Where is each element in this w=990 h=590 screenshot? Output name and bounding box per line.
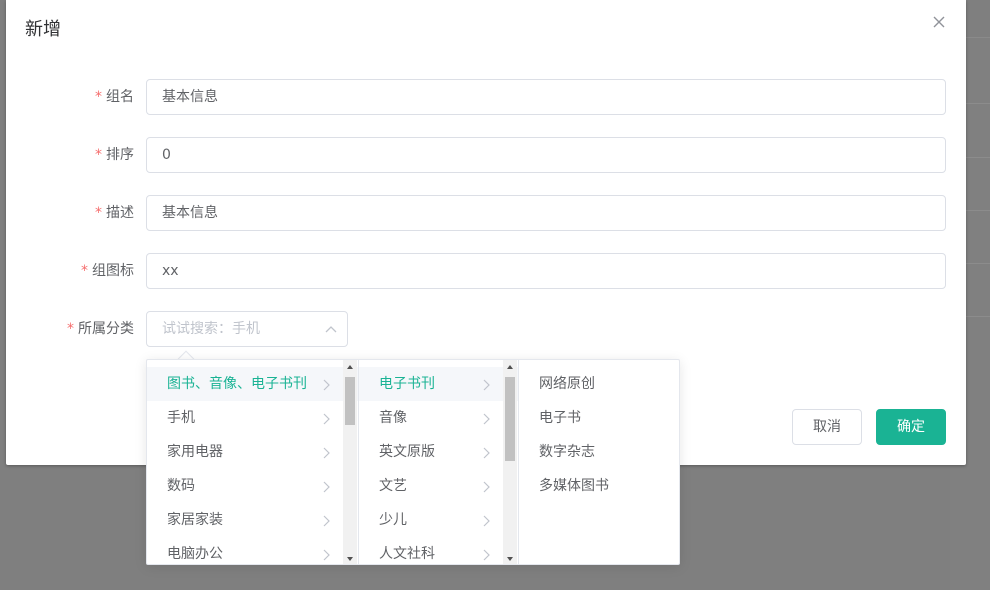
cascader-option-label: 电脑办公 <box>167 546 223 562</box>
cascader-option-label: 家用电器 <box>167 444 223 460</box>
form-item-description: * 描述 基本信息 <box>6 195 966 231</box>
scrollbar-thumb[interactable] <box>505 377 515 461</box>
scrollbar-thumb[interactable] <box>345 377 355 425</box>
cascader-option[interactable]: 英文原版 <box>359 435 518 469</box>
cascader-option[interactable]: 家居家装 <box>147 503 358 537</box>
sort-label-text: 排序 <box>106 147 134 163</box>
chevron-right-icon <box>482 367 490 401</box>
required-mark: * <box>81 263 88 279</box>
category-label: * 所属分类 <box>67 311 134 347</box>
cascader-option-label: 手机 <box>167 410 195 426</box>
cascader-menu-level1: 图书、音像、电子书刊 手机家用电器数码家居家装电脑办公 <box>147 360 359 564</box>
description-label-text: 描述 <box>106 205 134 221</box>
description-label: * 描述 <box>95 195 134 231</box>
close-icon[interactable] <box>932 14 946 34</box>
cascader-option[interactable]: 文艺 <box>359 469 518 503</box>
cascader-option[interactable]: 网络原创 <box>519 367 679 401</box>
description-input[interactable]: 基本信息 <box>146 195 946 231</box>
form-item-group-icon: * 组图标 xx <box>6 253 966 289</box>
cascader-option[interactable]: 人文社科 <box>359 537 518 564</box>
chevron-right-icon <box>322 469 330 503</box>
group-icon-input[interactable]: xx <box>146 253 946 289</box>
cascader-option[interactable]: 电子书刊 <box>359 367 518 401</box>
cascader-option-label: 电子书 <box>539 410 581 426</box>
chevron-right-icon <box>482 503 490 537</box>
category-label-text: 所属分类 <box>78 321 134 337</box>
group-name-input[interactable]: 基本信息 <box>146 79 946 115</box>
required-mark: * <box>95 89 102 105</box>
cascader-option-label: 数字杂志 <box>539 444 595 460</box>
cascader-option-label: 图书、音像、电子书刊 <box>167 376 307 392</box>
chevron-right-icon <box>482 435 490 469</box>
cascader-option-label: 少儿 <box>379 512 407 528</box>
chevron-up-icon <box>325 312 337 346</box>
confirm-button[interactable]: 确定 <box>876 409 946 445</box>
cascader-option[interactable]: 数字杂志 <box>519 435 679 469</box>
required-mark: * <box>67 321 74 337</box>
cascader-option-label: 文艺 <box>379 478 407 494</box>
chevron-right-icon <box>322 503 330 537</box>
cascader-option-label: 多媒体图书 <box>539 478 609 494</box>
cascader-menu-level3: 网络原创电子书数字杂志多媒体图书 <box>519 360 679 564</box>
chevron-right-icon <box>482 469 490 503</box>
cascader-option[interactable]: 家用电器 <box>147 435 358 469</box>
scroll-down-icon[interactable] <box>503 552 517 564</box>
cancel-button[interactable]: 取消 <box>792 409 862 445</box>
chevron-right-icon <box>482 537 490 564</box>
dialog-title: 新增 <box>25 19 61 40</box>
scrollbar[interactable] <box>503 360 517 564</box>
cascader-option[interactable]: 手机 <box>147 401 358 435</box>
cascader-option[interactable]: 多媒体图书 <box>519 469 679 503</box>
cascader-option[interactable]: 数码 <box>147 469 358 503</box>
scroll-down-icon[interactable] <box>343 552 357 564</box>
required-mark: * <box>95 205 102 221</box>
group-icon-label-text: 组图标 <box>92 263 134 279</box>
cascader-option[interactable]: 电脑办公 <box>147 537 358 564</box>
scroll-up-icon[interactable] <box>343 360 357 374</box>
scrollbar[interactable] <box>343 360 357 564</box>
cascader-option-label: 音像 <box>379 410 407 426</box>
form-item-category: * 所属分类 试试搜索：手机 <box>6 311 966 347</box>
cascader-option-label: 网络原创 <box>539 376 595 392</box>
group-icon-label: * 组图标 <box>81 253 134 289</box>
form-item-sort: * 排序 0 <box>6 137 966 173</box>
chevron-right-icon <box>482 401 490 435</box>
required-mark: * <box>95 147 102 163</box>
cascader-option-label: 人文社科 <box>379 546 435 562</box>
chevron-right-icon <box>322 435 330 469</box>
cascader-option-label: 英文原版 <box>379 444 435 460</box>
sort-label: * 排序 <box>95 137 134 173</box>
cascader-option[interactable]: 少儿 <box>359 503 518 537</box>
group-name-label: * 组名 <box>95 79 134 115</box>
cascader-option-label: 数码 <box>167 478 195 494</box>
cascader-option[interactable]: 图书、音像、电子书刊 <box>147 367 358 401</box>
group-name-label-text: 组名 <box>106 89 134 105</box>
cascader-menu-level2: 电子书刊音像英文原版文艺少儿人文社科 <box>359 360 519 564</box>
chevron-right-icon <box>322 401 330 435</box>
cascader-option[interactable]: 音像 <box>359 401 518 435</box>
chevron-right-icon <box>322 367 330 401</box>
cascader-option-label: 电子书刊 <box>379 376 435 392</box>
cascader-option-label: 家居家装 <box>167 512 223 528</box>
category-placeholder: 试试搜索：手机 <box>162 321 260 337</box>
form-item-group-name: * 组名 基本信息 <box>6 79 966 115</box>
chevron-right-icon <box>322 537 330 564</box>
scroll-up-icon[interactable] <box>503 360 517 374</box>
cascader-option[interactable]: 电子书 <box>519 401 679 435</box>
sort-input[interactable]: 0 <box>146 137 946 173</box>
category-cascader-input[interactable]: 试试搜索：手机 <box>146 311 348 347</box>
cascader-dropdown: 图书、音像、电子书刊 手机家用电器数码家居家装电脑办公 电子书刊音像英文原版文艺少… <box>146 359 680 565</box>
